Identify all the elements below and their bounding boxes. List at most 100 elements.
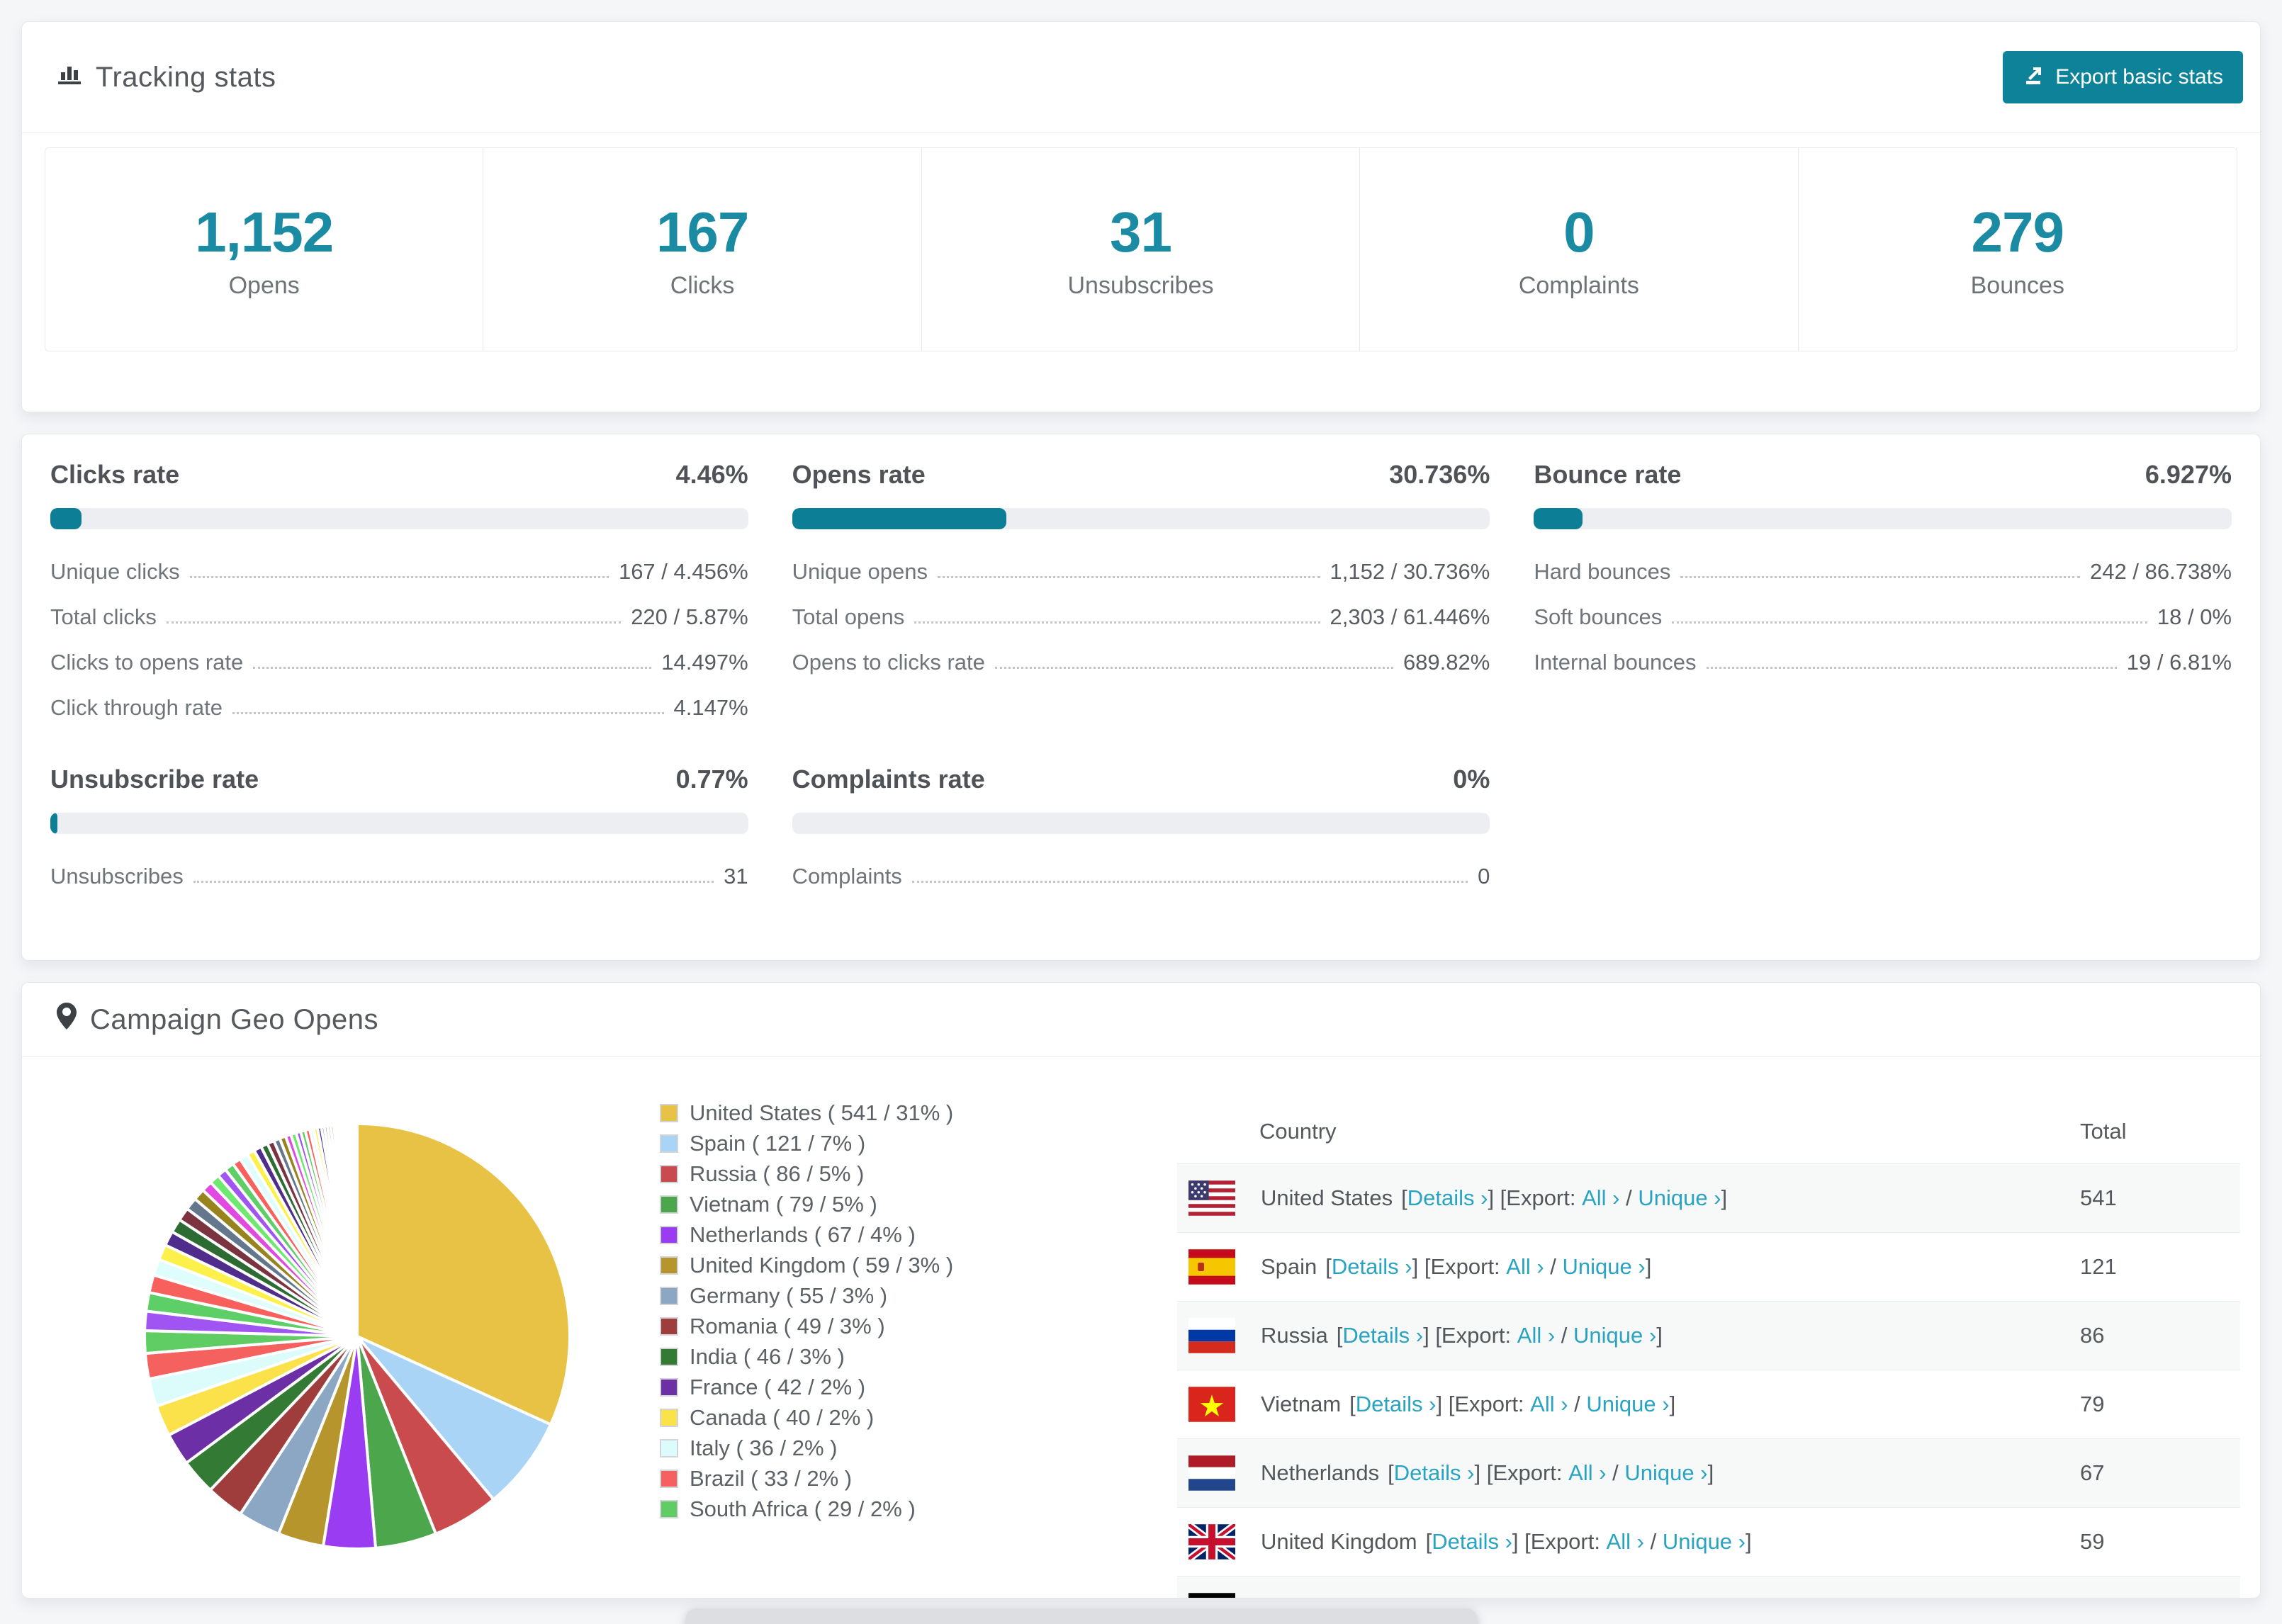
details-link[interactable]: Details › xyxy=(1342,1323,1423,1348)
rate-row: Opens to clicks rate 689.82% xyxy=(792,650,1490,675)
legend-item[interactable]: India ( 46 / 3% ) xyxy=(660,1341,953,1372)
table-row: Germany[Details ›] [Export: All › / Uniq… xyxy=(1177,1576,2240,1598)
flag-nl-icon xyxy=(1188,1455,1235,1491)
legend-item[interactable]: Italy ( 36 / 2% ) xyxy=(660,1433,953,1463)
complaints-rate-title: Complaints rate xyxy=(792,765,985,794)
rate-row: Clicks to opens rate 14.497% xyxy=(50,650,748,675)
summary-opens: 1,152 Opens xyxy=(45,148,484,351)
link-punctuation: [ xyxy=(1325,1254,1332,1279)
legend-swatch xyxy=(660,1134,678,1153)
rate-row: Unique opens 1,152 / 30.736% xyxy=(792,559,1490,584)
map-pin-icon xyxy=(56,1002,77,1037)
legend-swatch xyxy=(660,1408,678,1427)
country-name: Russia xyxy=(1261,1323,1328,1348)
export-all-link[interactable]: All › xyxy=(1607,1529,1644,1555)
link-punctuation: / xyxy=(1606,1460,1625,1485)
flag-gb-icon xyxy=(1188,1524,1235,1560)
legend-label: United Kingdom ( 59 / 3% ) xyxy=(690,1252,954,1278)
export-unique-link[interactable]: Unique › xyxy=(1638,1185,1721,1211)
legend-item[interactable]: Germany ( 55 / 3% ) xyxy=(660,1280,953,1311)
legend-swatch xyxy=(660,1499,678,1518)
export-all-link[interactable]: All › xyxy=(1530,1392,1568,1417)
flag-de-icon xyxy=(1188,1593,1235,1598)
legend-label: Brazil ( 33 / 2% ) xyxy=(690,1465,853,1491)
export-all-link[interactable]: All › xyxy=(1582,1185,1619,1211)
legend-item[interactable]: Romania ( 49 / 3% ) xyxy=(660,1311,953,1341)
legend-item[interactable]: Canada ( 40 / 2% ) xyxy=(660,1402,953,1433)
legend-item[interactable]: Russia ( 86 / 5% ) xyxy=(660,1158,953,1189)
legend-label: Italy ( 36 / 2% ) xyxy=(690,1435,838,1460)
details-link[interactable]: Details › xyxy=(1356,1392,1437,1417)
country-total: 121 xyxy=(2080,1254,2117,1279)
legend-item[interactable]: France ( 42 / 2% ) xyxy=(660,1372,953,1402)
legend-label: Vietnam ( 79 / 5% ) xyxy=(690,1191,877,1217)
legend-item[interactable]: Netherlands ( 67 / 4% ) xyxy=(660,1219,953,1250)
details-link[interactable]: Details › xyxy=(1332,1254,1412,1280)
legend-label: Canada ( 40 / 2% ) xyxy=(690,1404,875,1430)
link-punctuation: ] [Export: xyxy=(1423,1323,1517,1348)
clicks-rate-panel: Clicks rate 4.46% Unique clicks 167 / 4.45… xyxy=(50,460,748,731)
table-row: United Kingdom [Details ›] [Export: All ›… xyxy=(1177,1507,2240,1576)
legend-label: Germany ( 55 / 3% ) xyxy=(690,1282,888,1308)
export-unique-link[interactable]: Unique › xyxy=(1563,1254,1646,1280)
details-link[interactable]: Details › xyxy=(1394,1460,1475,1486)
legend-label: France ( 42 / 2% ) xyxy=(690,1374,866,1399)
legend-swatch xyxy=(660,1469,678,1488)
export-basic-stats-button[interactable]: Export basic stats xyxy=(2003,51,2243,103)
legend-item[interactable]: Spain ( 121 / 7% ) xyxy=(660,1128,953,1158)
legend-item[interactable]: United States ( 541 / 31% ) xyxy=(660,1098,953,1128)
country-name: United Kingdom xyxy=(1261,1529,1417,1554)
legend-item[interactable]: Vietnam ( 79 / 5% ) xyxy=(660,1189,953,1219)
country-total: 67 xyxy=(2080,1460,2105,1485)
export-all-link[interactable]: All › xyxy=(1568,1460,1606,1486)
geo-table: Country Total United States[Details ›] [… xyxy=(1177,1100,2240,1598)
campaign-geo-opens-card: Campaign Geo Opens United States ( 541 /… xyxy=(21,982,2261,1598)
clicks-rate-value: 4.46% xyxy=(675,460,748,489)
link-punctuation: [ xyxy=(1401,1185,1407,1210)
summary-stats-box: 1,152 Opens 167 Clicks 31 Unsubscribes 0… xyxy=(45,147,2237,351)
details-link[interactable]: Details › xyxy=(1407,1185,1488,1211)
geo-opens-pie-chart[interactable] xyxy=(139,1118,575,1555)
clicks-rate-progressbar xyxy=(50,508,748,529)
legend-swatch xyxy=(660,1256,678,1275)
bounces-label: Bounces xyxy=(1970,271,2064,299)
legend-item[interactable]: Brazil ( 33 / 2% ) xyxy=(660,1463,953,1494)
export-unique-link[interactable]: Unique › xyxy=(1663,1529,1746,1555)
bounce-rate-panel: Bounce rate 6.927% Hard bounces 242 / 86.7… xyxy=(1534,460,2232,731)
legend-swatch xyxy=(660,1316,678,1336)
rates-card: Clicks rate 4.46% Unique clicks 167 / 4.45… xyxy=(21,434,2261,961)
complaints-rate-panel: Complaints rate 0% Complaints 0 xyxy=(792,765,1490,899)
legend-swatch xyxy=(660,1347,678,1366)
clicks-value: 167 xyxy=(656,200,749,264)
unsubscribes-label: Unsubscribes xyxy=(1067,271,1214,299)
summary-complaints: 0 Complaints xyxy=(1360,148,1799,351)
country-total: 541 xyxy=(2080,1185,2117,1210)
export-unique-link[interactable]: Unique › xyxy=(1586,1392,1669,1417)
flag-vn-icon xyxy=(1188,1387,1235,1422)
complaints-label: Complaints xyxy=(1518,271,1639,299)
rate-row: Unique clicks 167 / 4.456% xyxy=(50,559,748,584)
country-name: United States xyxy=(1261,1185,1393,1210)
unsubscribe-rate-title: Unsubscribe rate xyxy=(50,765,259,794)
export-all-link[interactable]: All › xyxy=(1517,1323,1555,1348)
country-name: Vietnam xyxy=(1261,1392,1342,1416)
legend-swatch xyxy=(660,1438,678,1457)
export-all-link[interactable]: All › xyxy=(1506,1254,1544,1280)
legend-label: India ( 46 / 3% ) xyxy=(690,1343,845,1369)
legend-item[interactable]: United Kingdom ( 59 / 3% ) xyxy=(660,1250,953,1280)
legend-swatch xyxy=(660,1377,678,1397)
clicks-label: Clicks xyxy=(670,271,735,299)
legend-label: Netherlands ( 67 / 4% ) xyxy=(690,1222,916,1247)
details-link[interactable]: Details › xyxy=(1432,1529,1512,1555)
geo-header: Campaign Geo Opens xyxy=(22,983,2260,1057)
unsubscribes-value: 31 xyxy=(1110,200,1172,264)
legend-item[interactable]: South Africa ( 29 / 2% ) xyxy=(660,1494,953,1524)
opens-value: 1,152 xyxy=(195,200,334,264)
link-punctuation: ] xyxy=(1721,1185,1728,1210)
legend-label: Romania ( 49 / 3% ) xyxy=(690,1313,885,1338)
export-unique-link[interactable]: Unique › xyxy=(1624,1460,1707,1486)
opens-rate-title: Opens rate xyxy=(792,460,926,489)
pie-slice-other[interactable] xyxy=(354,1122,359,1338)
export-unique-link[interactable]: Unique › xyxy=(1573,1323,1656,1348)
summary-unsubscribes: 31 Unsubscribes xyxy=(922,148,1361,351)
